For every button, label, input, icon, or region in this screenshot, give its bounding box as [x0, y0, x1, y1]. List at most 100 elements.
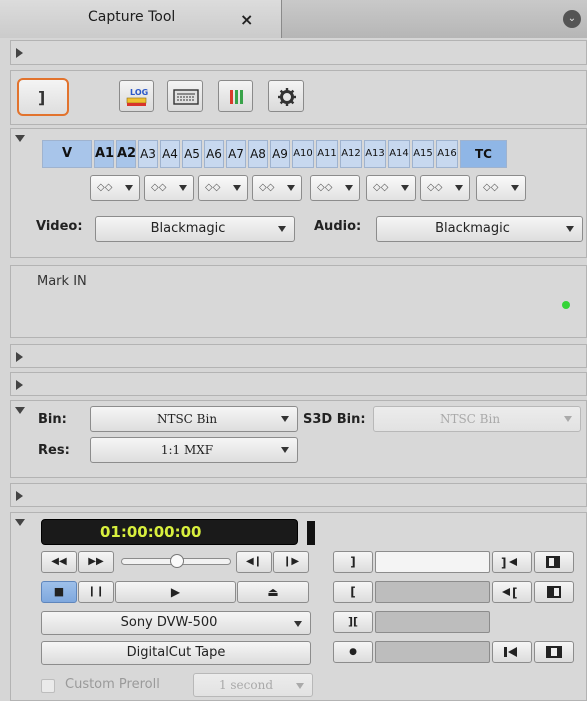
channel-map-2[interactable]: ◇◇ [144, 175, 194, 201]
deck-icon [173, 89, 199, 105]
track-tc[interactable]: TC [460, 140, 507, 168]
go-to-out-icon: ] [501, 556, 517, 570]
video-label: Video: [36, 219, 83, 234]
track-a10[interactable]: A10 [292, 140, 314, 168]
stop-button[interactable]: ■ [41, 581, 77, 603]
fast-forward-button[interactable]: ▶▶ [78, 551, 114, 573]
cue-icon [504, 647, 517, 657]
collapsed-section-4[interactable] [10, 483, 587, 507]
track-a16[interactable]: A16 [436, 140, 458, 168]
rewind-button[interactable]: ◀◀ [41, 551, 77, 573]
track-a7[interactable]: A7 [226, 140, 246, 168]
channel-map-1[interactable]: ◇◇ [90, 175, 140, 201]
deck-control-button[interactable] [167, 80, 203, 112]
bin-dropdown[interactable]: NTSC Bin [90, 406, 298, 432]
deck-dropdown[interactable]: Sony DVW-500 [41, 611, 311, 635]
gear-icon [278, 88, 296, 106]
track-a1[interactable]: A1 [94, 140, 114, 168]
track-a2[interactable]: A2 [116, 140, 136, 168]
audio-source-dropdown[interactable]: Blackmagic [376, 216, 583, 242]
step-back-button[interactable]: ◀❙ [236, 551, 272, 573]
mark-in-button[interactable]: [ [333, 581, 373, 603]
bin-label: Bin: [38, 412, 67, 427]
channel-map-3[interactable]: ◇◇ [198, 175, 248, 201]
res-label: Res: [38, 443, 70, 458]
pause-button[interactable]: ❙❙ [78, 581, 114, 603]
digitalcut-tape-button[interactable]: DigitalCut Tape [41, 641, 311, 665]
log-text: LOG [130, 88, 148, 97]
duration-field[interactable] [375, 611, 490, 633]
collapsed-section-1[interactable] [10, 40, 587, 65]
track-a3[interactable]: A3 [138, 140, 158, 168]
mark-in-out-button[interactable]: ] [17, 78, 69, 116]
custom-preroll-checkbox[interactable] [41, 679, 55, 693]
channel-map-7[interactable]: ◇◇ [420, 175, 470, 201]
step-forward-button[interactable]: ❙▶ [273, 551, 309, 573]
collapsed-section-2[interactable] [10, 344, 587, 368]
audio-tool-button[interactable] [218, 80, 253, 112]
track-a8[interactable]: A8 [248, 140, 268, 168]
track-a6[interactable]: A6 [204, 140, 224, 168]
audio-meter-icon [230, 90, 243, 104]
duration-button[interactable]: ][ [333, 611, 373, 633]
track-a11[interactable]: A11 [316, 140, 338, 168]
shuttle-slider[interactable] [121, 554, 231, 568]
channel-map-6[interactable]: ◇◇ [366, 175, 416, 201]
mark-in-field[interactable] [375, 581, 490, 603]
custom-preroll-label: Custom Preroll [65, 677, 160, 692]
track-a14[interactable]: A14 [388, 140, 410, 168]
shuttle-thumb[interactable] [170, 554, 184, 568]
track-a12[interactable]: A12 [340, 140, 362, 168]
track-a4[interactable]: A4 [160, 140, 180, 168]
channel-map-5[interactable]: ◇◇ [310, 175, 360, 201]
expand-arrow-icon[interactable] [16, 380, 23, 390]
go-to-tape-button[interactable] [492, 641, 532, 663]
s3d-bin-label: S3D Bin: [303, 412, 366, 427]
log-mode-button[interactable]: LOG [119, 80, 154, 112]
timecode-value: 01:00:00:00 [100, 523, 202, 541]
clear-tape-button[interactable] [534, 641, 574, 663]
collapse-arrow-icon[interactable] [15, 519, 25, 526]
track-a9[interactable]: A9 [270, 140, 290, 168]
tab-title: Capture Tool [88, 9, 176, 25]
mark-out-field[interactable] [375, 551, 490, 573]
mark-out-button[interactable]: ] [333, 551, 373, 573]
track-v[interactable]: V [42, 140, 92, 168]
toolbar-panel: ] LOG [10, 70, 587, 125]
tab-capture-tool[interactable]: Capture Tool × [0, 0, 282, 38]
panel-menu-icon[interactable]: ⌄ [563, 10, 581, 28]
settings-button[interactable] [268, 80, 304, 112]
go-to-in-button[interactable]: [ [492, 581, 532, 603]
mark-glyph: ] [38, 88, 46, 107]
go-to-in-icon: [ [502, 586, 517, 600]
collapsed-section-3[interactable] [10, 372, 587, 396]
tape-name-field[interactable] [375, 641, 490, 663]
expand-arrow-icon[interactable] [16, 352, 23, 362]
play-button[interactable]: ▶ [115, 581, 236, 603]
tab-empty-area [282, 0, 587, 38]
clear-out-icon [546, 556, 560, 568]
close-icon[interactable]: × [240, 10, 253, 29]
svg-text:]: ] [501, 556, 506, 570]
track-a15[interactable]: A15 [412, 140, 434, 168]
eject-button[interactable]: ⏏ [237, 581, 309, 603]
clear-tape-icon [546, 646, 562, 658]
track-a5[interactable]: A5 [182, 140, 202, 168]
expand-arrow-icon[interactable] [16, 491, 23, 501]
tape-name-button[interactable]: ● [333, 641, 373, 663]
clear-in-button[interactable] [534, 581, 574, 603]
collapse-arrow-icon[interactable] [15, 135, 25, 142]
expand-arrow-icon[interactable] [16, 48, 23, 58]
deck-status-bar [307, 521, 315, 545]
video-source-dropdown[interactable]: Blackmagic [95, 216, 295, 242]
track-a13[interactable]: A13 [364, 140, 386, 168]
preroll-dropdown: 1 second [193, 673, 313, 697]
resolution-dropdown[interactable]: 1:1 MXF [90, 437, 298, 463]
clear-out-button[interactable] [534, 551, 574, 573]
status-message: Mark IN [37, 274, 87, 289]
go-to-out-button[interactable]: ] [492, 551, 532, 573]
status-indicator [562, 301, 570, 309]
channel-map-4[interactable]: ◇◇ [252, 175, 302, 201]
collapse-arrow-icon[interactable] [15, 407, 25, 414]
channel-map-8[interactable]: ◇◇ [476, 175, 526, 201]
